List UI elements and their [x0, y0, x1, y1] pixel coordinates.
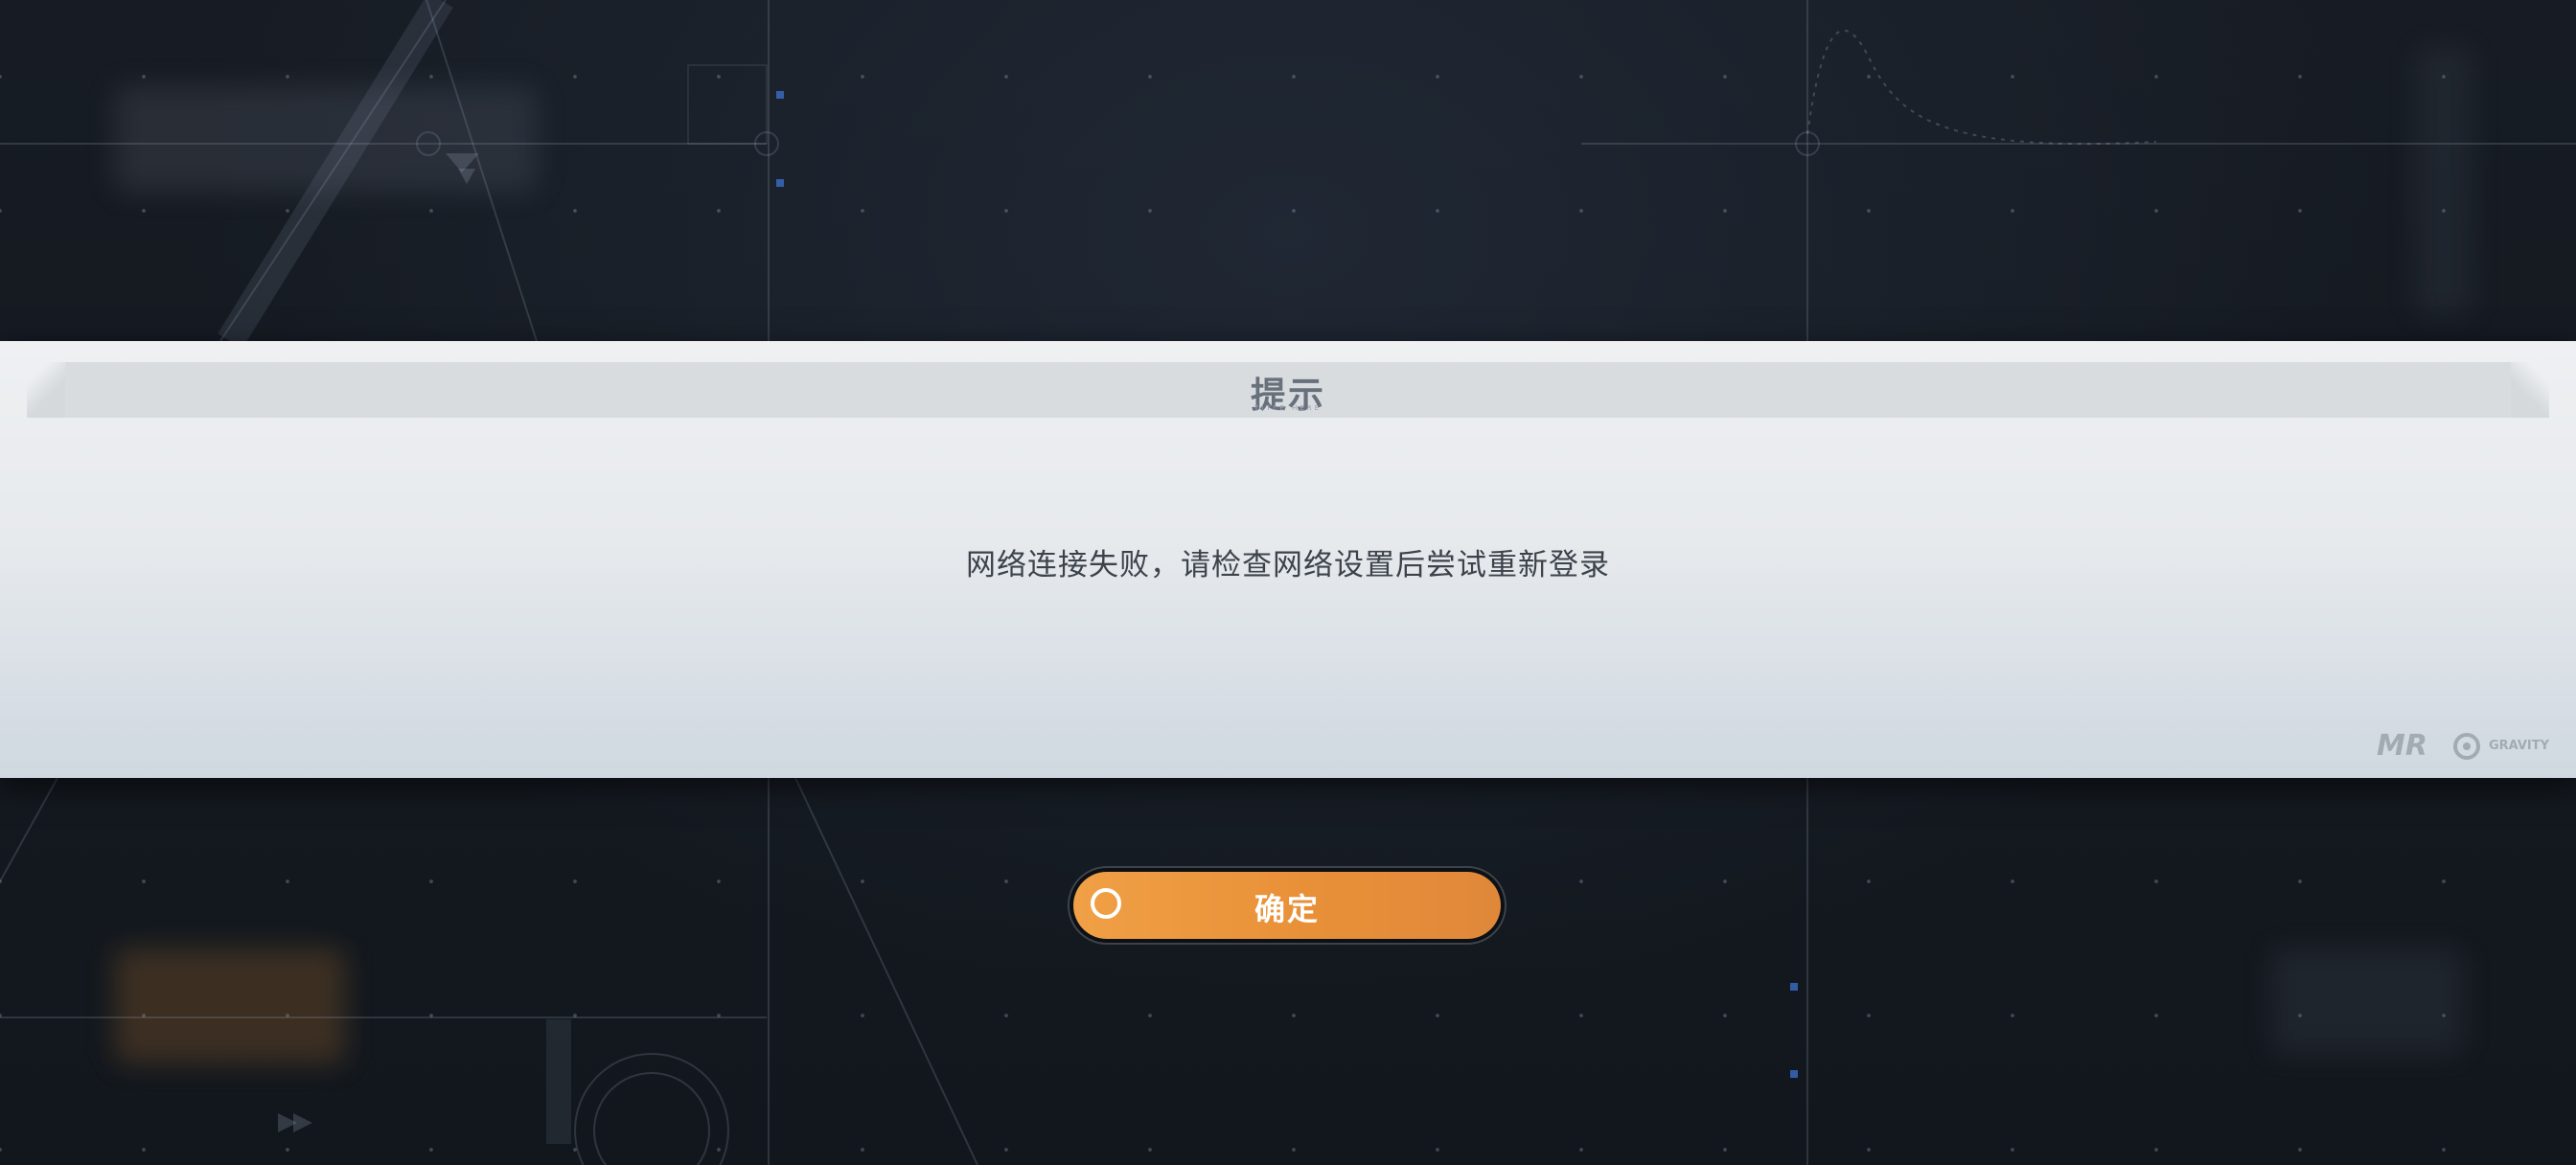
brand-logos: MR GRAVITY	[2377, 729, 2549, 763]
brand-logo-text: GRAVITY	[2488, 739, 2549, 753]
brand-logo-right: GRAVITY	[2450, 730, 2549, 763]
alert-dialog: 提示 TITLE HERE 网络连接失败，请检查网络设置后尝试重新登录 MR G…	[0, 341, 2576, 778]
brand-logo-mr: MR	[2376, 729, 2427, 763]
game-screen: 提示 TITLE HERE 网络连接失败，请检查网络设置后尝试重新登录 MR G…	[0, 0, 2576, 1165]
dialog-message: 网络连接失败，请检查网络设置后尝试重新登录	[966, 548, 1610, 582]
dialog-title-bar: 提示 TITLE HERE	[27, 362, 2549, 418]
confirm-button[interactable]: 确定	[1068, 866, 1506, 945]
confirm-button-label: 确定	[1254, 891, 1320, 927]
dialog-title-subtext: TITLE HERE	[1254, 404, 1322, 412]
confirm-button-fill: 确定	[1073, 872, 1501, 939]
swirl-logo-icon	[2452, 732, 2480, 760]
